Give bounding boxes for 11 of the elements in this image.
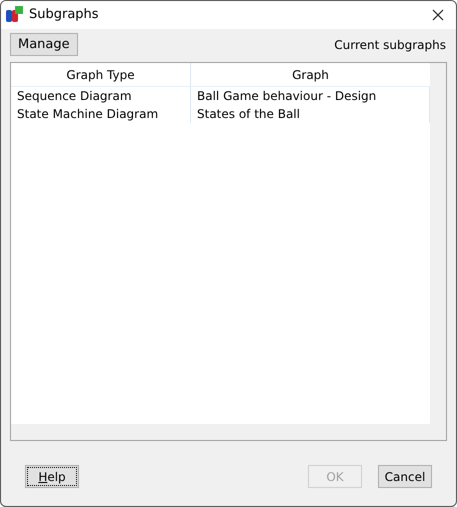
table-cell: Sequence Diagram	[11, 87, 191, 105]
table-cell: State Machine Diagram	[11, 105, 191, 123]
column-header[interactable]: Graph	[191, 63, 430, 86]
dialog-button[interactable]: Cancel	[378, 465, 432, 488]
manage-button[interactable]: Manage	[10, 33, 78, 56]
close-icon[interactable]	[432, 9, 444, 21]
list-title: Current subgraphs	[334, 36, 446, 54]
window-title: Subgraphs	[29, 6, 99, 24]
column-header[interactable]: Graph Type	[11, 63, 191, 86]
app-logo-icon	[5, 6, 23, 24]
dialog-button[interactable]: Help	[25, 465, 79, 488]
